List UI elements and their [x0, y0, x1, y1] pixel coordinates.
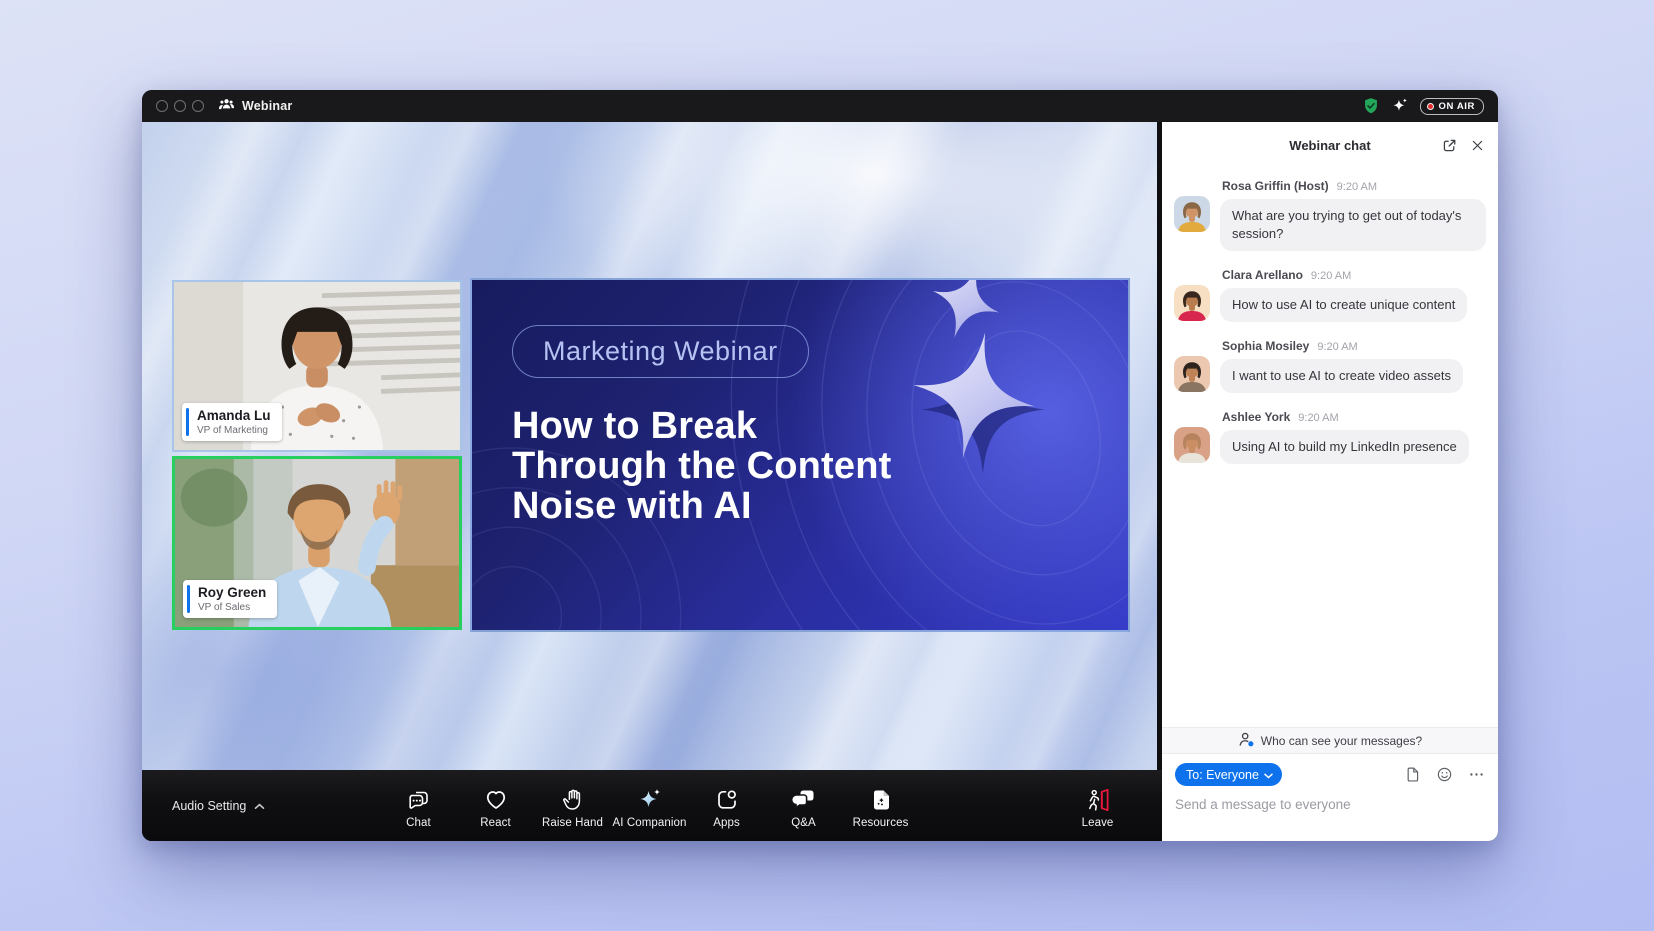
participant-role: VP of Sales [193, 602, 266, 614]
message-sender: Ashlee York [1222, 410, 1290, 424]
recipient-selector[interactable]: To: Everyone [1175, 763, 1282, 786]
chat-header: Webinar chat [1162, 122, 1498, 169]
chat-message: Clara Arellano 9:20 AM How to use AI to … [1174, 268, 1486, 322]
raised-hand-icon [560, 787, 586, 813]
chevron-up-icon [254, 799, 265, 813]
avatar [1174, 285, 1210, 321]
toolbar-item-label: AI Companion [612, 817, 686, 829]
toolbar-leave-button[interactable]: Leave [1059, 770, 1136, 841]
shared-slide: Marketing Webinar How to Break Through t… [470, 278, 1130, 632]
chat-message: Rosa Griffin (Host) 9:20 AM What are you… [1174, 179, 1486, 251]
participant-name: Amanda Lu [192, 408, 271, 424]
message-sender: Sophia Mosiley [1222, 339, 1309, 353]
toolbar-item-label: Q&A [791, 817, 816, 829]
chat-bubble-icon [406, 787, 432, 813]
close-icon[interactable] [1470, 138, 1485, 153]
chat-message-list[interactable]: Rosa Griffin (Host) 9:20 AM What are you… [1162, 169, 1498, 727]
avatar [1174, 356, 1210, 392]
leave-door-icon [1085, 787, 1111, 813]
qa-bubbles-icon [791, 787, 817, 813]
person-visibility-icon [1238, 731, 1255, 751]
chat-title: Webinar chat [1289, 138, 1370, 153]
message-time: 9:20 AM [1311, 270, 1351, 282]
slide-badge: Marketing Webinar [512, 325, 809, 378]
message-time: 9:20 AM [1337, 181, 1377, 193]
video-stage: Amanda Lu VP of Marketing [142, 122, 1162, 841]
emoji-icon[interactable] [1436, 766, 1453, 783]
window-controls [156, 100, 204, 112]
apps-icon [714, 787, 740, 813]
nametag-amanda: Amanda Lu VP of Marketing [182, 403, 282, 441]
video-tile-roy[interactable]: Roy Green VP of Sales [172, 456, 462, 630]
ai-companion-sparkle-icon[interactable] [1391, 97, 1409, 115]
window-title: Webinar [242, 99, 293, 113]
window-minimize-button[interactable] [174, 100, 186, 112]
window-maximize-button[interactable] [192, 100, 204, 112]
toolbar-item-label: Leave [1082, 817, 1114, 829]
toolbar-apps-button[interactable]: Apps [688, 770, 765, 841]
audio-setting-button[interactable]: Audio Setting [172, 799, 265, 813]
chat-message: Ashlee York 9:20 AM Using AI to build my… [1174, 410, 1486, 464]
more-options-icon[interactable] [1468, 766, 1485, 783]
ai-companion-icon [637, 787, 663, 813]
message-bubble: I want to use AI to create video assets [1220, 359, 1463, 393]
toolbar-resources-button[interactable]: Resources [842, 770, 919, 841]
privacy-bar[interactable]: Who can see your messages? [1162, 727, 1498, 754]
title-bar: Webinar ON AIR [142, 90, 1498, 122]
chat-message: Sophia Mosiley 9:20 AM I want to use AI … [1174, 339, 1486, 393]
privacy-note: Who can see your messages? [1261, 734, 1422, 748]
participant-name: Roy Green [193, 585, 266, 601]
toolbar-item-label: Apps [713, 817, 740, 829]
video-canvas: Amanda Lu VP of Marketing [142, 122, 1157, 770]
heart-icon [483, 787, 509, 813]
message-input[interactable]: Send a message to everyone [1175, 797, 1485, 812]
message-sender: Clara Arellano [1222, 268, 1303, 282]
toolbar-react-button[interactable]: React [457, 770, 534, 841]
meeting-toolbar: Audio Setting Chat React Raise Hand AI Comp… [142, 770, 1162, 841]
toolbar-ai-companion-button[interactable]: AI Companion [611, 770, 688, 841]
slide-title: How to Break Through the Content Noise w… [512, 406, 962, 526]
security-shield-icon[interactable] [1362, 97, 1380, 115]
avatar [1174, 427, 1210, 463]
chevron-down-icon [1264, 768, 1273, 782]
webinar-people-icon [218, 96, 235, 116]
avatar [1174, 196, 1210, 232]
on-air-dot-icon [1427, 103, 1434, 110]
webinar-app-window: Webinar ON AIR [142, 90, 1498, 841]
toolbar-raise-hand-button[interactable]: Raise Hand [534, 770, 611, 841]
resources-doc-icon [868, 787, 894, 813]
toolbar-item-label: Chat [406, 817, 431, 829]
audio-setting-label: Audio Setting [172, 799, 246, 813]
toolbar-q-a-button[interactable]: Q&A [765, 770, 842, 841]
message-bubble: How to use AI to create unique content [1220, 288, 1467, 322]
toolbar-item-label: Raise Hand [542, 817, 603, 829]
window-close-button[interactable] [156, 100, 168, 112]
toolbar-items: Chat React Raise Hand AI Companion Apps Q&A Re… [380, 770, 919, 841]
webinar-chat-panel: Webinar chat Rosa Griffin (Host) 9:20 AM… [1162, 122, 1498, 841]
message-bubble: What are you trying to get out of today'… [1220, 199, 1486, 251]
toolbar-chat-button[interactable]: Chat [380, 770, 457, 841]
toolbar-leave: Leave [1059, 770, 1136, 841]
nametag-roy: Roy Green VP of Sales [183, 580, 277, 618]
toolbar-item-label: Resources [853, 817, 909, 829]
video-tile-amanda[interactable]: Amanda Lu VP of Marketing [172, 280, 462, 452]
on-air-badge: ON AIR [1420, 98, 1485, 115]
message-time: 9:20 AM [1317, 341, 1357, 353]
pop-out-icon[interactable] [1441, 137, 1458, 154]
message-bubble: Using AI to build my LinkedIn presence [1220, 430, 1469, 464]
toolbar-item-label: React [480, 817, 511, 829]
attach-file-icon[interactable] [1404, 766, 1421, 783]
participant-role: VP of Marketing [192, 425, 271, 437]
chat-composer: To: Everyone Send a message to everyone [1162, 754, 1498, 841]
message-sender: Rosa Griffin (Host) [1222, 179, 1329, 193]
message-time: 9:20 AM [1298, 412, 1338, 424]
